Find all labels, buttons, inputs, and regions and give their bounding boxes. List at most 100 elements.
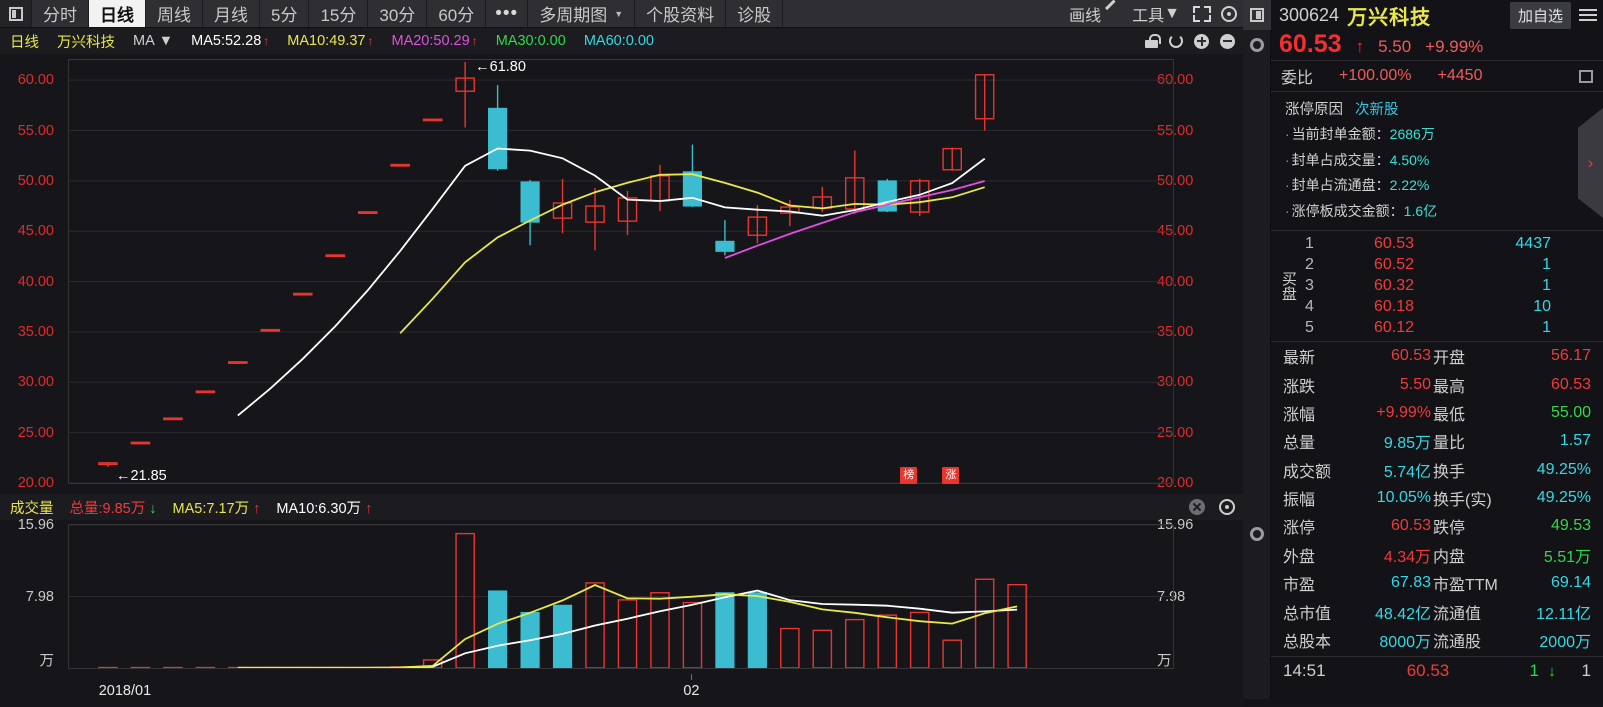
- reason-value-1: 4.50%: [1390, 152, 1430, 168]
- price-tick-label: 40.00: [18, 274, 54, 290]
- order-book-row[interactable]: 260.521: [1305, 254, 1603, 275]
- refresh-icon[interactable]: [1169, 34, 1183, 48]
- stat-key2-5: 换手(实): [1431, 484, 1503, 512]
- diagnose-button[interactable]: 诊股: [726, 0, 783, 27]
- period-tab-15min[interactable]: 15分: [309, 0, 368, 27]
- stat-value-2: +9.99%: [1343, 399, 1431, 427]
- reason-label-0: 当前封单金额：: [1292, 126, 1390, 142]
- ob-rank-3: 4: [1305, 296, 1339, 317]
- close-icon[interactable]: [1189, 499, 1205, 515]
- draw-line-button[interactable]: 画线: [1062, 2, 1125, 26]
- price-tick-label: 35.00: [18, 324, 54, 340]
- price-change: 5.50: [1378, 37, 1411, 57]
- panel-layout-icon[interactable]: [0, 0, 32, 27]
- order-book-row[interactable]: 560.121: [1305, 317, 1603, 338]
- ob-price-1: 60.52: [1339, 254, 1449, 275]
- volume-total-label: 总量:9.85万: [70, 501, 146, 517]
- indicator-label: MA: [133, 33, 155, 49]
- date-axis: 2018/010203: [0, 680, 1243, 707]
- volume-plot[interactable]: [68, 524, 1174, 669]
- volume-ma5-arrow-icon: ↑: [253, 501, 260, 517]
- more-periods-button[interactable]: •••: [486, 0, 528, 27]
- period-tab-30min[interactable]: 30分: [368, 0, 427, 27]
- gear-icon[interactable]: [1219, 499, 1235, 515]
- buy-side-label: 买盘: [1280, 271, 1296, 301]
- price-tick-label: 30.00: [18, 374, 54, 390]
- ob-price-2: 60.32: [1339, 275, 1449, 296]
- order-book-row[interactable]: 160.534437: [1305, 233, 1603, 254]
- stat-key-7: 外盘: [1271, 541, 1343, 569]
- copy-icon[interactable]: [1579, 70, 1593, 83]
- zoom-in-icon[interactable]: [1194, 34, 1209, 49]
- list-badge[interactable]: 榜: [900, 467, 917, 484]
- stat-key-2: 涨幅: [1271, 399, 1343, 427]
- stats-row: 最新60.53开盘56.17: [1271, 342, 1603, 370]
- price-change-percent: +9.99%: [1425, 37, 1483, 57]
- period-tab-fenshi[interactable]: 分时: [32, 0, 89, 27]
- gear-icon-bottom[interactable]: [1243, 519, 1271, 549]
- stat-value2-3: 1.57: [1503, 427, 1603, 455]
- volume-ma10-label: MA10:6.30万: [276, 501, 361, 517]
- order-book-row[interactable]: 360.321: [1305, 275, 1603, 296]
- reason-value-3: 1.6亿: [1404, 203, 1437, 219]
- chevron-down-icon: ▼: [155, 33, 173, 49]
- stat-key-4: 成交额: [1271, 456, 1343, 484]
- reason-row: ·封单占成交量：4.50%: [1285, 150, 1603, 170]
- price-plot[interactable]: ←61.80 ←21.85 榜 涨: [68, 59, 1174, 484]
- volume-chart[interactable]: 15.967.98万 15.967.98万: [0, 520, 1243, 680]
- period-tab-weekly[interactable]: 周线: [146, 0, 203, 27]
- limit-up-badge[interactable]: 涨: [942, 467, 959, 484]
- stat-key2-4: 换手: [1431, 456, 1503, 484]
- period-tab-daily[interactable]: 日线: [89, 0, 146, 27]
- stat-value2-10: 2000万: [1503, 626, 1603, 654]
- lock-icon[interactable]: [1145, 34, 1158, 48]
- weicha-value: +4450: [1438, 67, 1483, 85]
- volume-title: 成交量: [10, 497, 54, 518]
- ob-qty-1: 1: [1449, 254, 1603, 275]
- ob-qty-3: 10: [1449, 296, 1603, 317]
- quote-content: 300624 万兴科技 加自选 60.53 ↑ 5.50 +9.99% 委比 +…: [1271, 0, 1603, 699]
- stat-key2-6: 跌停: [1431, 512, 1503, 540]
- panel-toggle-icon[interactable]: [1243, 0, 1271, 30]
- toolbar-spacer: [783, 0, 1062, 27]
- stat-value-6: 60.53: [1343, 512, 1431, 540]
- order-book-row[interactable]: 460.1810: [1305, 296, 1603, 317]
- stock-header: 300624 万兴科技 加自选: [1271, 0, 1603, 30]
- stat-value-5: 10.05%: [1343, 484, 1431, 512]
- stat-value-8: 67.83: [1343, 569, 1431, 597]
- stat-value2-5: 49.25%: [1503, 484, 1603, 512]
- last-tick-row: 14:51 60.53 1 ↓ 1: [1271, 656, 1603, 681]
- stock-info-button[interactable]: 个股资料: [635, 0, 726, 27]
- reason-tag[interactable]: 次新股: [1355, 102, 1399, 118]
- tools-button[interactable]: 工具 ▼: [1125, 2, 1187, 26]
- gear-icon[interactable]: [1243, 30, 1271, 60]
- period-tab-60min[interactable]: 60分: [427, 0, 486, 27]
- multi-period-button[interactable]: 多周期图 ▼: [528, 0, 635, 27]
- period-tab-monthly[interactable]: 月线: [203, 0, 260, 27]
- stat-value2-0: 56.17: [1503, 342, 1603, 370]
- add-to-watchlist-button[interactable]: 加自选: [1510, 2, 1571, 29]
- ob-price-0: 60.53: [1339, 233, 1449, 254]
- ma20-value: MA20:50.29 ↑: [391, 33, 477, 49]
- stats-row: 总量9.85万量比1.57: [1271, 427, 1603, 455]
- stat-value-1: 5.50: [1343, 370, 1431, 398]
- indicator-selector[interactable]: MA ▼: [133, 33, 173, 49]
- stat-key-8: 市盈: [1271, 569, 1343, 597]
- stats-row: 市盈67.83市盈TTM69.14: [1271, 569, 1603, 597]
- period-tab-5min[interactable]: 5分: [260, 0, 309, 27]
- stat-value2-7: 5.51万: [1503, 541, 1603, 569]
- price-chart[interactable]: 60.0055.0050.0045.0040.0035.0030.0025.00…: [0, 54, 1243, 494]
- stat-value2-1: 60.53: [1503, 370, 1603, 398]
- zoom-out-icon[interactable]: [1220, 34, 1235, 49]
- fullscreen-icon[interactable]: [1193, 6, 1211, 22]
- hamburger-menu-icon[interactable]: [1579, 9, 1597, 21]
- stat-key2-9: 流通值: [1431, 597, 1503, 625]
- reason-row: ·封单占流通盘：2.22%: [1285, 175, 1603, 195]
- tick-direction-icon: ↓: [1539, 663, 1565, 680]
- tick-extra: 1: [1565, 661, 1591, 681]
- ob-rank-0: 1: [1305, 233, 1339, 254]
- gear-icon[interactable]: [1221, 6, 1237, 22]
- stat-key-9: 总市值: [1271, 597, 1343, 625]
- stat-value-0: 60.53: [1343, 342, 1431, 370]
- stock-code: 300624: [1279, 5, 1339, 26]
